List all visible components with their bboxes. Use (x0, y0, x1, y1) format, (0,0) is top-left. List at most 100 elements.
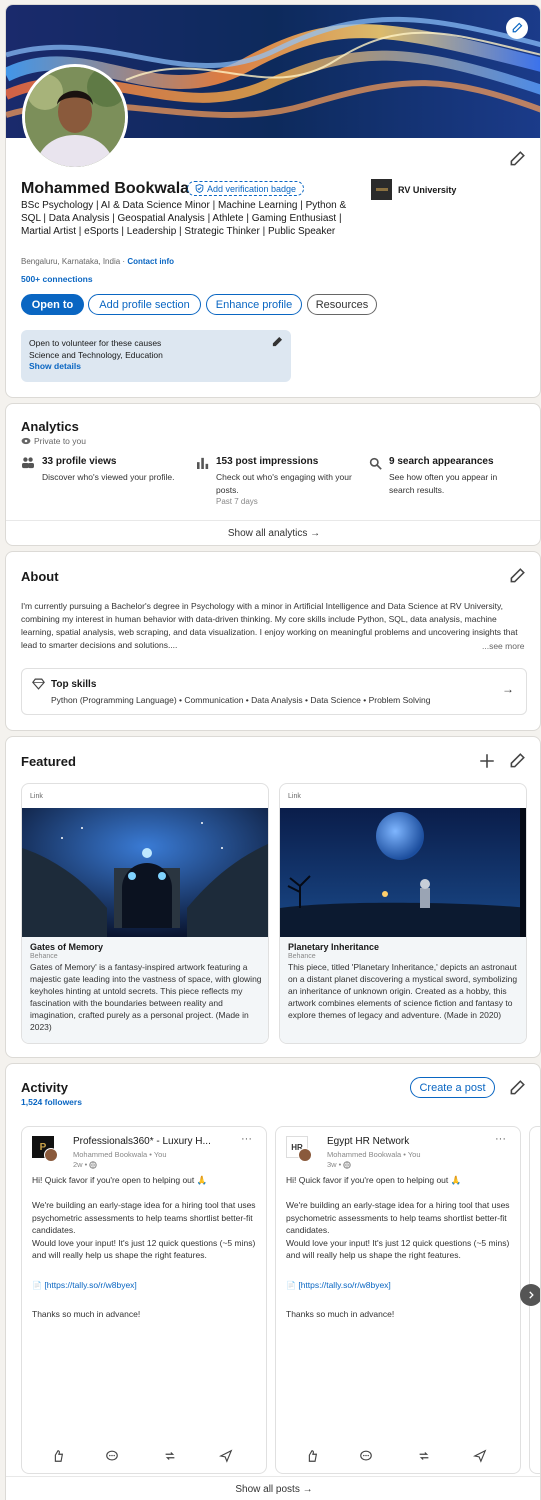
analytics-card: Analytics Private to you 33 profile view… (5, 403, 541, 546)
analytics-item-note: Past 7 days (216, 497, 258, 506)
open-to-button[interactable]: Open to (21, 294, 84, 315)
add-verification-badge[interactable]: Add verification badge (187, 181, 305, 196)
post-time: 3w • (327, 1160, 351, 1169)
avatar[interactable] (22, 64, 128, 170)
post-link-row: 📄 [https://tally.so/r/w8byex] (32, 1280, 137, 1290)
featured-item-type: Link (288, 793, 301, 800)
avatar-photo (25, 67, 125, 167)
send-icon[interactable] (219, 1449, 233, 1463)
education-entry[interactable]: RV University (371, 179, 456, 200)
post-more-button[interactable]: ··· (241, 1133, 252, 1145)
top-skills-title: Top skills (51, 679, 97, 690)
university-logo (371, 179, 392, 200)
analytics-title: Analytics (21, 419, 79, 434)
search-icon (369, 457, 382, 470)
volunteer-title: Open to volunteer for these causes (29, 338, 162, 348)
profile-headline: BSc Psychology | AI & Data Science Minor… (21, 200, 347, 237)
post-thanks: Thanks so much in advance! (286, 1309, 395, 1319)
create-post-button[interactable]: Create a post (410, 1077, 495, 1098)
featured-item-desc: This piece, titled 'Planetary Inheritanc… (288, 962, 518, 1020)
volunteer-box: Open to volunteer for these causes Scien… (21, 330, 291, 382)
add-featured-button[interactable] (478, 752, 496, 770)
show-all-analytics-button[interactable]: Show all analytics → (6, 520, 540, 545)
post-link[interactable]: [https://tally.so/r/w8byex] (44, 1280, 136, 1290)
featured-item-desc: Gates of Memory' is a fantasy-inspired a… (30, 962, 262, 1032)
see-more-link[interactable]: ...see more (480, 640, 525, 653)
edit-about-button[interactable] (508, 567, 526, 585)
education-name: RV University (398, 184, 457, 195)
about-text: I'm currently pursuing a Bachelor's degr… (21, 601, 518, 650)
location: Bengaluru, Karnataka, India (21, 257, 121, 266)
featured-title: Featured (21, 754, 76, 769)
post-time: 2w • (73, 1160, 97, 1169)
profile-name: Mohammed Bookwala (21, 180, 190, 197)
chevron-right-icon (529, 1291, 534, 1299)
edit-volunteer-button[interactable] (271, 336, 283, 348)
resources-button[interactable]: Resources (307, 294, 377, 315)
top-skills-box[interactable]: Top skills Python (Programming Language)… (21, 668, 527, 715)
carousel-next-button[interactable] (520, 1284, 540, 1306)
comment-icon[interactable] (105, 1449, 119, 1463)
contact-info-link[interactable]: Contact info (127, 257, 174, 266)
activity-post[interactable]: P Professionals360* - Luxury H... ··· Mo… (21, 1126, 267, 1474)
author-avatar (44, 1148, 58, 1162)
post-time-label: 3w • (327, 1160, 342, 1169)
globe-icon (89, 1160, 97, 1169)
top-skills-arrow-icon[interactable]: → (502, 682, 514, 696)
connections-link[interactable]: 500+ connections (21, 274, 93, 284)
enhance-profile-button[interactable]: Enhance profile (206, 294, 302, 315)
post-more-button[interactable]: ··· (495, 1133, 506, 1145)
featured-item-source: Behance (288, 953, 316, 960)
featured-item-body: Gates of Memory Behance Gates of Memory'… (22, 937, 268, 1043)
post-group-name: Professionals360* - Luxury H... (73, 1136, 211, 1147)
top-skills-list: Python (Programming Language) • Communic… (51, 695, 431, 705)
featured-item[interactable]: Link Gates of Memory Behance Gates of Me… (21, 783, 269, 1044)
diamond-icon (32, 678, 45, 690)
featured-item-title: Planetary Inheritance (288, 942, 380, 952)
featured-item-type: Link (30, 793, 43, 800)
edit-featured-button[interactable] (508, 752, 526, 770)
like-icon[interactable] (305, 1449, 319, 1463)
document-icon: 📄 (32, 1281, 42, 1290)
analytics-item-desc: See how often you appear in search resul… (389, 472, 498, 495)
activity-card: Activity 1,524 followers Create a post P… (5, 1063, 541, 1500)
pencil-icon (510, 1080, 525, 1095)
featured-item-body: Planetary Inheritance Behance This piece… (280, 937, 526, 1043)
show-all-posts-button[interactable]: Show all posts → (6, 1477, 540, 1500)
pencil-icon (510, 568, 525, 583)
location-separator: · (122, 257, 126, 266)
post-thanks: Thanks so much in advance! (32, 1309, 141, 1319)
show-details-link[interactable]: Show details (29, 361, 283, 373)
featured-item[interactable]: Link Planetary Inheritance Behance This … (279, 783, 527, 1044)
repost-icon[interactable] (417, 1449, 431, 1463)
featured-image-planetary-inheritance (280, 808, 526, 937)
edit-banner-button[interactable] (506, 17, 528, 39)
verification-badge-label: Add verification badge (207, 183, 297, 194)
edit-intro-button[interactable] (508, 150, 526, 168)
add-profile-section-button[interactable]: Add profile section (88, 294, 201, 315)
edit-activity-button[interactable] (508, 1079, 526, 1097)
activity-title: Activity (21, 1080, 68, 1095)
comment-icon[interactable] (359, 1449, 373, 1463)
analytics-item-title: 33 profile views (42, 456, 117, 467)
about-card: About I'm currently pursuing a Bachelor'… (5, 551, 541, 731)
location-row: Bengaluru, Karnataka, India · Contact in… (21, 257, 174, 266)
post-text: Hi! Quick favor if you're open to helpin… (32, 1175, 256, 1260)
analytics-item-title: 153 post impressions (216, 456, 319, 467)
post-time-label: 2w • (73, 1160, 88, 1169)
featured-card: Featured Link Gates of Memory Behance Ga… (5, 736, 541, 1058)
followers-count[interactable]: 1,524 followers (21, 1097, 82, 1107)
pencil-icon (510, 753, 525, 768)
featured-item-source: Behance (30, 953, 58, 960)
document-icon: 📄 (286, 1281, 296, 1290)
post-author: Mohammed Bookwala • You (327, 1150, 421, 1159)
like-icon[interactable] (51, 1449, 65, 1463)
people-icon (22, 457, 34, 469)
activity-post[interactable]: HR Egypt HR Network ··· Mohammed Bookwal… (275, 1126, 521, 1474)
send-icon[interactable] (473, 1449, 487, 1463)
analytics-item-desc: Discover who's viewed your profile. (42, 472, 175, 482)
post-link-row: 📄 [https://tally.so/r/w8byex] (286, 1280, 391, 1290)
about-title: About (21, 569, 59, 584)
post-link[interactable]: [https://tally.so/r/w8byex] (298, 1280, 390, 1290)
repost-icon[interactable] (163, 1449, 177, 1463)
